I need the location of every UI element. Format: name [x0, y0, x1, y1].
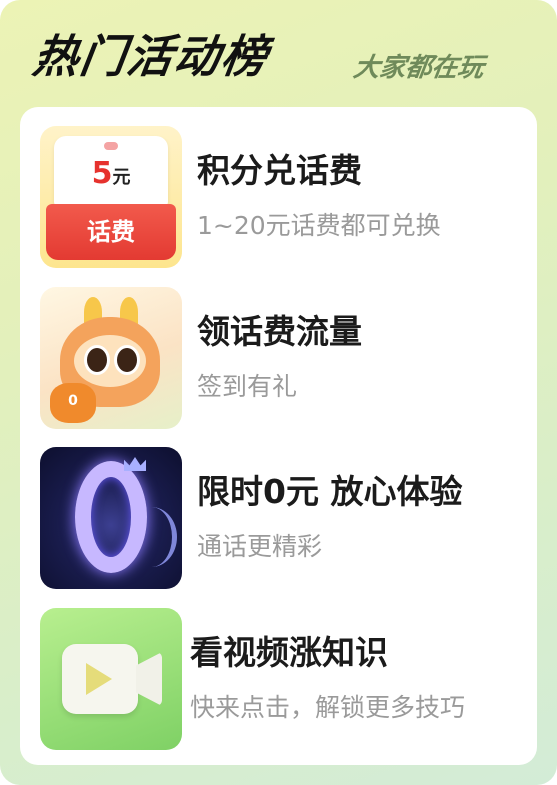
activity-subtitle: 快来点击，解锁更多技巧	[190, 693, 466, 722]
voucher-amount-value: 5	[91, 156, 113, 191]
activity-subtitle: 签到有礼	[197, 372, 298, 401]
crown-icon	[124, 457, 146, 471]
voucher-logo-dot	[104, 142, 118, 150]
voucher-card: 5元	[54, 136, 168, 206]
voucher-label: 话费	[46, 204, 176, 260]
camera-lens	[136, 652, 162, 706]
hot-activities-card: 热门活动榜 大家都在玩 5元 话费 积分兑话费 1~20元话费都可兑换 0 领话…	[0, 0, 557, 785]
swoosh-decoration	[126, 507, 177, 567]
header-subtitle: 大家都在玩	[351, 53, 486, 83]
play-icon	[86, 663, 112, 695]
activity-title: 领话费流量	[197, 312, 362, 351]
dragon-eye-left	[84, 345, 110, 375]
voucher-amount-unit: 元	[112, 167, 131, 188]
header-title: 热门活动榜	[29, 30, 273, 83]
activity-subtitle: 通话更精彩	[197, 532, 323, 561]
activity-title: 积分兑话费	[197, 151, 362, 190]
dragon-mascot-icon: 0	[40, 287, 182, 429]
activity-title: 看视频涨知识	[190, 633, 388, 672]
gift-bag-badge: 0	[68, 393, 78, 409]
activity-item-claim-fee-data[interactable]: 0 领话费流量 签到有礼	[40, 287, 520, 429]
activity-title: 限时0元 放心体验	[197, 472, 463, 511]
activity-item-zero-cost-trial[interactable]: 限时0元 放心体验 通话更精彩	[40, 447, 520, 589]
activity-item-watch-video[interactable]: 看视频涨知识 快来点击，解锁更多技巧	[40, 608, 520, 750]
phone-fee-voucher-icon: 5元 话费	[40, 126, 182, 268]
glowing-zero-icon	[40, 447, 182, 589]
activity-list: 5元 话费 积分兑话费 1~20元话费都可兑换 0 领话费流量 签到有礼 限时0…	[20, 107, 537, 765]
dragon-gift-bag: 0	[50, 383, 96, 423]
voucher-amount: 5元	[54, 156, 168, 191]
activity-subtitle: 1~20元话费都可兑换	[197, 211, 441, 240]
dragon-eye-right	[114, 345, 140, 375]
activity-item-points-for-phone-fee[interactable]: 5元 话费 积分兑话费 1~20元话费都可兑换	[40, 126, 520, 268]
video-camera-icon	[40, 608, 182, 750]
